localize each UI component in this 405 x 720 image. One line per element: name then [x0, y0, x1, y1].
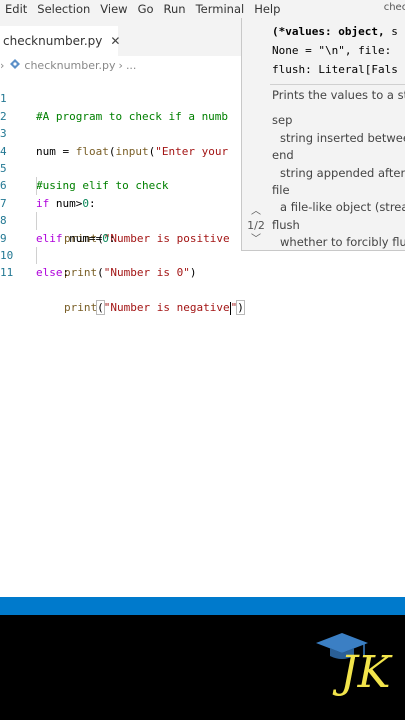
- param-name: end: [272, 148, 294, 163]
- code-token: "Number is 0": [103, 266, 190, 280]
- signature-text: flush: Literal[Fals: [272, 63, 398, 76]
- menu-run[interactable]: Run: [159, 2, 191, 16]
- param-name: sep: [272, 113, 293, 128]
- signature-active-param: (*values: object,: [272, 25, 385, 38]
- code-token: else: [36, 266, 63, 280]
- overload-count: 1/2: [247, 219, 265, 232]
- menu-terminal[interactable]: Terminal: [191, 2, 250, 16]
- breadcrumb-file[interactable]: checknumber.py: [24, 59, 115, 72]
- hint-divider: [270, 84, 405, 85]
- code-text: print("Number is negative"): [64, 299, 245, 316]
- signature-text: s: [384, 25, 398, 38]
- bracket-highlight: ): [236, 300, 245, 316]
- menu-go[interactable]: Go: [133, 2, 159, 16]
- function-signature: (*values: object, s None = "\n", file: f…: [272, 22, 398, 79]
- line-number: 11: [0, 266, 14, 280]
- indent-guide: [36, 212, 37, 230]
- vscode-window: Edit Selection View Go Run Terminal Help…: [0, 0, 405, 720]
- chevron-right-icon: ›: [0, 58, 5, 72]
- menu-help[interactable]: Help: [249, 2, 285, 16]
- window-title: check: [383, 2, 405, 13]
- bracket-highlight: (: [96, 300, 105, 316]
- overload-pager: ︿ 1/2 ﹀: [244, 206, 268, 245]
- code-token: ): [189, 266, 197, 280]
- menu-bar: Edit Selection View Go Run Terminal Help…: [0, 0, 405, 18]
- param-desc: a file-like object (strea: [280, 200, 405, 215]
- chevron-down-icon[interactable]: ﹀: [244, 234, 268, 245]
- signature-text: None = "\n", file:: [272, 44, 392, 57]
- param-name: file: [272, 183, 290, 198]
- tab-checknumber[interactable]: checknumber.py ✕: [0, 26, 120, 56]
- python-file-icon: [10, 58, 21, 72]
- param-desc: string appended after: [280, 165, 405, 180]
- menu-edit[interactable]: Edit: [0, 2, 32, 16]
- code-token: "Number is negative: [103, 301, 230, 315]
- jk-logo: JK: [316, 633, 393, 698]
- chevron-up-icon[interactable]: ︿: [244, 206, 268, 217]
- tab-label: checknumber.py: [3, 34, 103, 48]
- code-token: print: [64, 301, 98, 315]
- code-text: else:: [36, 264, 69, 281]
- menu-view[interactable]: View: [95, 2, 132, 16]
- hint-documentation: Prints the values to a st sep string ins…: [272, 87, 405, 250]
- close-icon[interactable]: ✕: [110, 34, 120, 48]
- code-token: (: [97, 266, 104, 280]
- chevron-right-icon: ›: [118, 58, 123, 72]
- indent-guide: [36, 246, 37, 265]
- breadcrumb: › checknumber.py › ...: [0, 57, 240, 73]
- param-desc: whether to forcibly flu: [280, 235, 405, 250]
- doc-summary: Prints the values to a st: [272, 88, 405, 102]
- breadcrumb-symbol[interactable]: ...: [126, 59, 137, 72]
- code-text: print("Number is 0"): [64, 264, 196, 281]
- indent-guide: [36, 177, 37, 195]
- status-bar: [0, 597, 405, 615]
- param-desc: string inserted betwee: [280, 130, 405, 145]
- param-name: flush: [272, 217, 300, 232]
- logo-text: JK: [332, 647, 393, 698]
- menu-selection[interactable]: Selection: [32, 2, 95, 16]
- parameter-hint-popup[interactable]: (*values: object, s None = "\n", file: f…: [241, 18, 405, 251]
- code-token: :: [62, 266, 70, 280]
